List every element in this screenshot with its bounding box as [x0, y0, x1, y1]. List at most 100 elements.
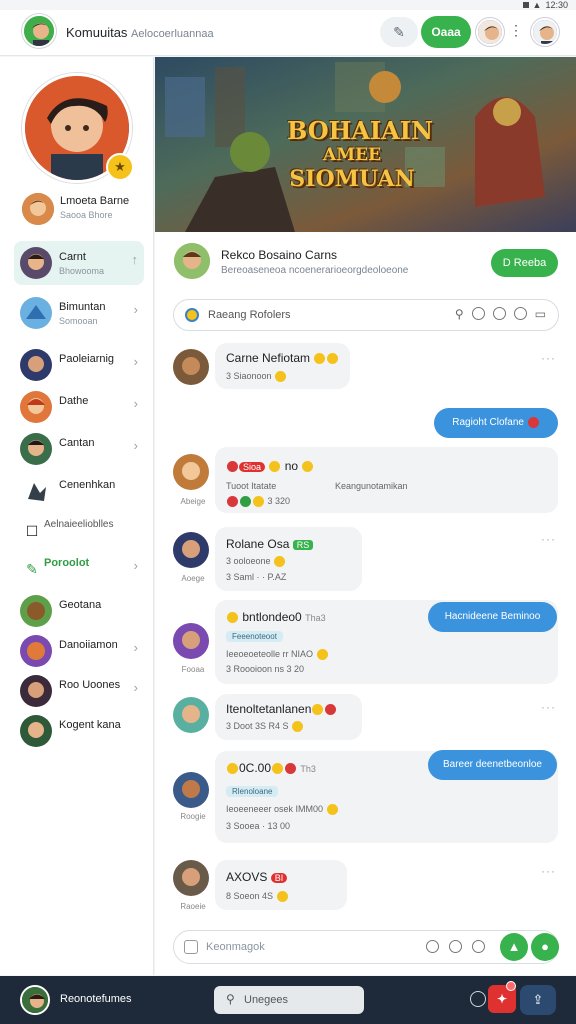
- group-header: Rekco Bosaino Carns Bereoaseneoa ncoener…: [155, 237, 576, 293]
- bottom-avatar[interactable]: [20, 985, 50, 1015]
- sidebar-item-danoiiamon[interactable]: Danoiiamon ›: [14, 629, 144, 673]
- item-avatar: [20, 595, 52, 627]
- message-author: Abeige: [180, 497, 206, 506]
- status-bar: ▲ 12:30: [0, 0, 576, 10]
- message-bubble: Rolane Osa RS 3 ooloeone 3 Saml · · P.AZ: [215, 527, 362, 591]
- emoji-picker-icon[interactable]: [472, 940, 485, 953]
- sidebar-item-label: Dathe: [59, 395, 89, 407]
- pin-button[interactable]: ✎: [380, 17, 418, 47]
- share-icon[interactable]: ⇪: [520, 985, 556, 1015]
- bottom-search-input[interactable]: Unegees: [244, 994, 288, 1006]
- reply-pill[interactable]: Hacnideene Beminoo: [428, 602, 557, 632]
- message-avatar[interactable]: [173, 532, 209, 568]
- sidebar-item-dathe[interactable]: Dathe ›: [14, 385, 144, 429]
- sidebar-item-label: Geotana: [59, 599, 102, 611]
- battery-icon: ▲: [532, 0, 542, 10]
- message-title: AXOVS BI: [226, 870, 288, 884]
- sidebar-item-label: Cantan: [59, 437, 95, 449]
- message-author: Roogie: [180, 812, 206, 821]
- chat-panel: BOHAIAIN AMEE SIOMUAN Rekco Bosaino Carn…: [155, 57, 576, 975]
- sidebar-item-roo-uoones[interactable]: Roo Uoones ›: [14, 669, 144, 713]
- option-circle-icon[interactable]: [471, 307, 485, 320]
- chevron-right-icon: ›: [133, 640, 138, 655]
- reply-pill[interactable]: Ragioht Clofane: [434, 408, 558, 438]
- reply-pill[interactable]: Bareer deenetbeonloe: [428, 750, 557, 780]
- item-avatar: [20, 297, 52, 329]
- filter-icon[interactable]: ⚲: [455, 307, 464, 321]
- sidebar-item-kogent-kana[interactable]: Kogent kana: [14, 709, 144, 753]
- sidebar-item-sub: Bhowooma: [59, 266, 105, 276]
- sidebar-item-carnt[interactable]: Carnt Bhowooma ↑: [14, 241, 144, 285]
- profile-avatar[interactable]: [531, 18, 559, 46]
- message-author: Raoeie: [180, 902, 206, 911]
- search-bar[interactable]: Raeang Rofolers ⚲ ▭: [173, 299, 559, 331]
- sidebar-item-sub: Somooan: [59, 316, 98, 326]
- message-meta: Ieoeeneeer osek IMM00: [226, 804, 339, 816]
- camera-icon[interactable]: ●: [531, 933, 559, 961]
- option-circle-icon[interactable]: [492, 307, 506, 320]
- message-input[interactable]: Keonmagok: [206, 941, 265, 953]
- more-icon[interactable]: ···: [541, 700, 556, 714]
- pin-small-icon: ↑: [131, 252, 139, 267]
- message-author: Aoege: [181, 574, 205, 583]
- message-bubble: AXOVS BI 8 Soeon 4S: [215, 860, 347, 910]
- emoji-icon: [314, 353, 326, 365]
- sidebar-item-label: Cenenhkan: [59, 479, 116, 491]
- checkbox-icon: ☐: [25, 523, 39, 539]
- smile-icon[interactable]: [470, 991, 486, 1007]
- message-tag: Rlenoloane: [226, 786, 279, 797]
- sidebar-item-bimuntan[interactable]: Bimuntan Somooan ›: [14, 291, 144, 335]
- message-avatar[interactable]: [173, 860, 209, 896]
- notification-dot: [506, 981, 516, 991]
- bottom-search[interactable]: ⚲ Unegees: [214, 986, 364, 1014]
- message-avatar[interactable]: [173, 623, 209, 659]
- more-icon[interactable]: ···: [541, 864, 556, 878]
- chevron-right-icon: ›: [133, 302, 138, 317]
- more-icon[interactable]: ···: [541, 532, 556, 546]
- message-title: Sioa no: [226, 459, 314, 473]
- game-icon: [185, 308, 199, 322]
- header-action-button[interactable]: Oaaa: [421, 16, 471, 48]
- profile-name: Lmoeta Barne: [60, 195, 130, 207]
- sidebar-item-cenenhkan[interactable]: Cenenhkan: [14, 469, 144, 513]
- message-meta: 3 Siaonoon: [226, 371, 287, 383]
- item-avatar: [20, 247, 52, 279]
- item-avatar: [20, 715, 52, 747]
- join-button[interactable]: D Reeba: [491, 249, 558, 277]
- sticker-icon[interactable]: [449, 940, 462, 953]
- mic-icon[interactable]: [426, 940, 439, 953]
- sidebar-item-label: Roo Uoones: [59, 679, 121, 691]
- group-description: Bereoaseneoa ncoenerarioeorgdeoloeone: [221, 265, 409, 276]
- profile-small-avatar: [22, 193, 54, 225]
- sidebar-item-paoleiarnig[interactable]: Paoleiarnig ›: [14, 343, 144, 387]
- sidebar-item-poroolot[interactable]: ✎ Poroolot ›: [14, 547, 144, 591]
- sidebar-item-geotana[interactable]: Geotana: [14, 589, 144, 633]
- message-title: Itenoltetanlanen: [226, 702, 337, 716]
- emoji-icon: [327, 353, 339, 365]
- group-avatar[interactable]: [174, 243, 210, 279]
- leaf-icon: ✎: [26, 561, 38, 577]
- message-avatar[interactable]: [173, 349, 209, 385]
- message-bubble: Itenoltetanlanen 3 Doot 3S R4 S: [215, 694, 362, 740]
- message-title: 0C.00 Th3: [226, 761, 316, 775]
- message-avatar[interactable]: [173, 454, 209, 490]
- chevron-right-icon: ›: [133, 354, 138, 369]
- more-vert-icon[interactable]: ⋮: [509, 22, 523, 39]
- profile-row[interactable]: Lmoeta Barne Saooa Bhore: [22, 193, 150, 227]
- message-meta: 3 Doot 3S R4 S: [226, 721, 304, 733]
- search-input[interactable]: Raeang Rofolers: [208, 309, 291, 321]
- option-circle-icon[interactable]: [513, 307, 527, 320]
- sidebar: ★ Lmoeta Barne Saooa Bhore Carnt Bhowoom…: [0, 57, 154, 975]
- more-icon[interactable]: ···: [541, 351, 556, 365]
- send-icon[interactable]: ▲: [500, 933, 528, 961]
- app-logo-avatar[interactable]: [22, 14, 56, 48]
- message-icon[interactable]: ▭: [535, 307, 546, 321]
- user-avatar[interactable]: [476, 18, 504, 46]
- sidebar-item-label: Kogent kana: [59, 719, 121, 731]
- sidebar-item-cantan[interactable]: Cantan ›: [14, 427, 144, 471]
- attach-icon[interactable]: [184, 940, 198, 954]
- item-avatar: [20, 675, 52, 707]
- sidebar-item-label: Paoleiarnig: [59, 353, 115, 365]
- message-avatar[interactable]: [173, 772, 209, 808]
- message-avatar[interactable]: [173, 697, 209, 733]
